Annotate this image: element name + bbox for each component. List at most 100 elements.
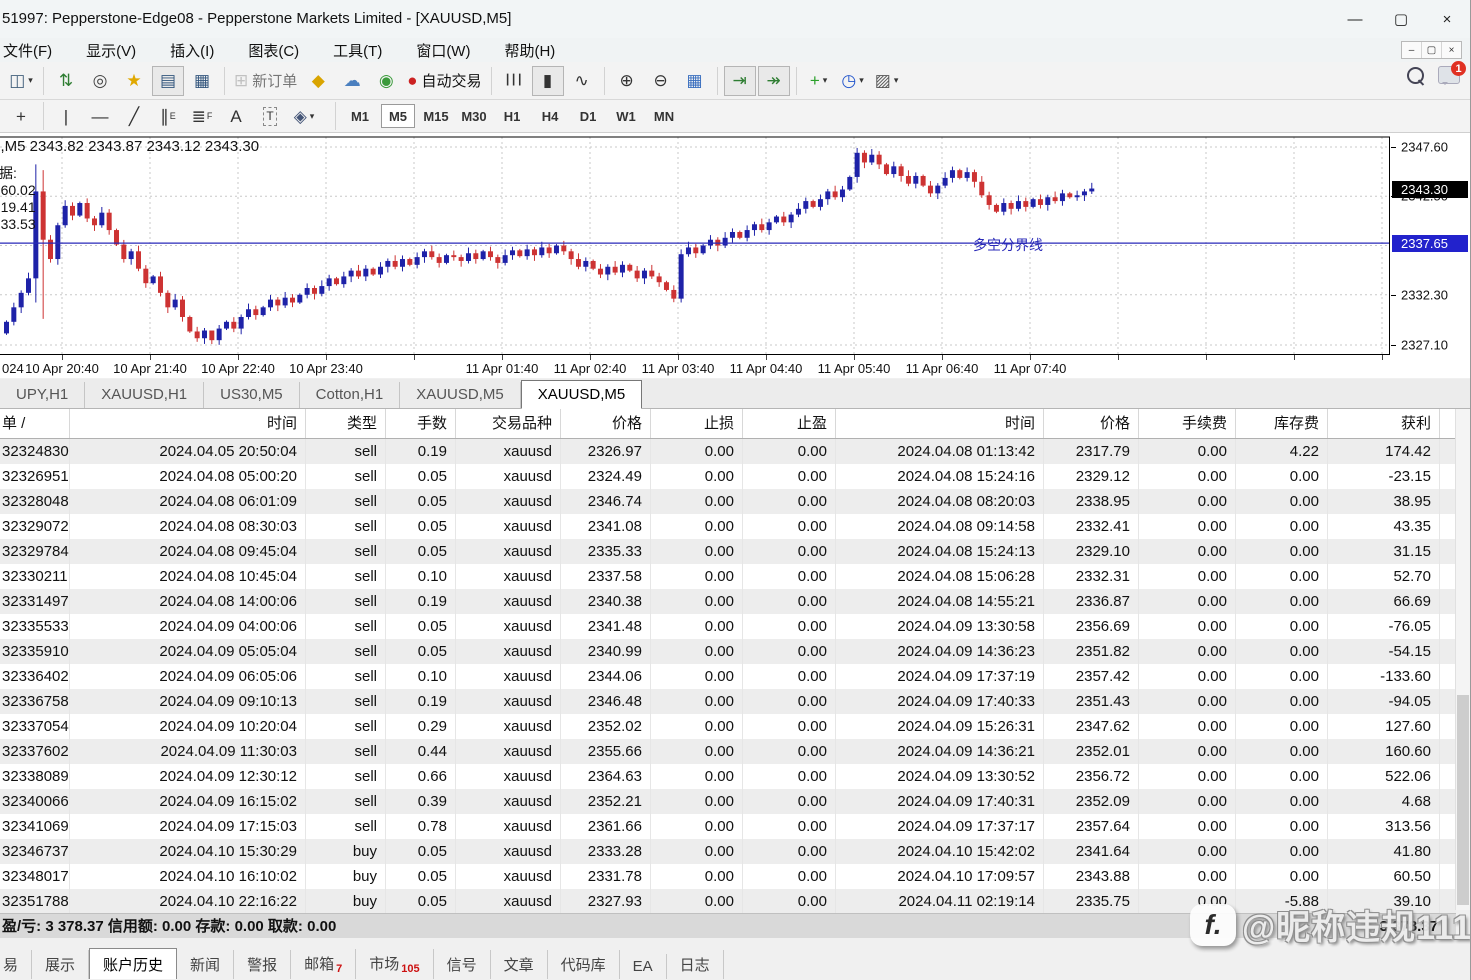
menu-item-3[interactable]: 图表(C) <box>231 40 316 61</box>
menu-item-4[interactable]: 工具(T) <box>316 40 399 61</box>
bottom-tab-易[interactable]: 易 <box>0 950 32 979</box>
zoom-in-button[interactable]: ⊕ <box>611 66 643 96</box>
timeframe-d1[interactable]: D1 <box>571 104 605 128</box>
signals-button[interactable]: ◉ <box>370 66 402 96</box>
menu-item-2[interactable]: 插入(I) <box>153 40 231 61</box>
timeframe-mn[interactable]: MN <box>647 104 681 128</box>
column-header-1[interactable]: 时间 <box>70 409 306 438</box>
horizontal-line-button[interactable]: — <box>84 101 116 131</box>
search-icon[interactable] <box>1407 67 1424 84</box>
periods-caret-icon[interactable]: ▾ <box>859 75 864 86</box>
chart-tab-2[interactable]: US30,M5 <box>204 382 300 408</box>
bottom-tab-新闻[interactable]: 新闻 <box>177 950 234 979</box>
table-row[interactable]: 323376022024.04.09 11:30:03sell0.44xauus… <box>0 739 1456 764</box>
periods-button[interactable]: ◷▾ <box>837 66 869 96</box>
close-icon[interactable]: × <box>1424 0 1470 38</box>
time-axis[interactable]: 02410 Apr 20:4010 Apr 21:4010 Apr 22:401… <box>0 355 1390 378</box>
column-header-10[interactable]: 手续费 <box>1139 409 1236 438</box>
chart-tab-1[interactable]: XAUUSD,H1 <box>85 382 204 408</box>
equidistant-channel-button[interactable]: ∥E <box>152 101 184 131</box>
cursor-crosshair-button[interactable]: + <box>5 101 37 131</box>
mdi-restore-icon[interactable]: ▢ <box>1422 42 1442 58</box>
tag-button[interactable]: ◆ <box>302 66 334 96</box>
chart-shift-button[interactable]: ⇥ <box>724 66 756 96</box>
arrow-objects-button[interactable]: ◈▾ <box>288 101 320 131</box>
new-order-button[interactable]: ⊞新订单 <box>231 66 300 96</box>
chart-tab-5[interactable]: XAUUSD,M5 <box>521 380 643 409</box>
timeframe-m5[interactable]: M5 <box>381 104 415 128</box>
table-row[interactable]: 323355332024.04.09 04:00:06sell0.05xauus… <box>0 614 1456 639</box>
menu-item-5[interactable]: 窗口(W) <box>399 40 487 61</box>
chart-annotation-text[interactable]: 多空分界线 <box>973 235 1043 255</box>
bottom-tab-邮箱[interactable]: 邮箱7 <box>291 949 356 979</box>
table-row[interactable]: 323269512024.04.08 05:00:20sell0.05xauus… <box>0 464 1456 489</box>
templates-button[interactable]: ▨▾ <box>871 66 903 96</box>
table-row[interactable]: 323290722024.04.08 08:30:03sell0.05xauus… <box>0 514 1456 539</box>
timeframe-m30[interactable]: M30 <box>457 104 491 128</box>
trend-line-button[interactable]: ╱ <box>118 101 150 131</box>
maximize-icon[interactable]: ▢ <box>1378 0 1424 38</box>
scrollbar-thumb[interactable] <box>1457 695 1469 905</box>
chart-area[interactable]: XAUUSD,M5 2343.82 2343.87 2343.12 2343.3… <box>0 133 1471 378</box>
table-scrollbar[interactable] <box>1455 409 1470 910</box>
navigator-button[interactable]: ◎ <box>84 66 116 96</box>
column-header-9[interactable]: 价格 <box>1044 409 1139 438</box>
autotrading-button[interactable]: ●自动交易 <box>404 66 484 96</box>
timeframe-h4[interactable]: H4 <box>533 104 567 128</box>
text-button[interactable]: A <box>220 101 252 131</box>
table-row[interactable]: 323248302024.04.05 20:50:04sell0.19xauus… <box>0 439 1456 464</box>
new-chart-button[interactable]: ◫▾ <box>5 66 37 96</box>
bottom-tab-信号[interactable]: 信号 <box>434 950 491 979</box>
table-row[interactable]: 323480172024.04.10 16:10:02buy0.05xauusd… <box>0 864 1456 889</box>
chart-line-button[interactable]: ∿ <box>566 66 598 96</box>
timeframe-h1[interactable]: H1 <box>495 104 529 128</box>
menu-item-0[interactable]: 文件(F) <box>0 40 69 61</box>
minimize-icon[interactable]: — <box>1332 0 1378 38</box>
menu-item-6[interactable]: 帮助(H) <box>487 40 572 61</box>
auto-scroll-button[interactable]: ↠ <box>758 66 790 96</box>
templates-caret-icon[interactable]: ▾ <box>894 75 899 86</box>
table-row[interactable]: 323297842024.04.08 09:45:04sell0.05xauus… <box>0 539 1456 564</box>
fibonacci-button[interactable]: ≣F <box>186 101 218 131</box>
market-watch-button[interactable]: ▤ <box>152 66 184 96</box>
indicators-caret-icon[interactable]: ▾ <box>823 75 828 86</box>
column-header-4[interactable]: 交易品种 <box>456 409 561 438</box>
timeframe-w1[interactable]: W1 <box>609 104 643 128</box>
bottom-tab-文章[interactable]: 文章 <box>491 950 548 979</box>
bottom-tab-EA[interactable]: EA <box>620 954 667 979</box>
column-header-12[interactable]: 获利 <box>1328 409 1440 438</box>
chart-tab-3[interactable]: Cotton,H1 <box>300 382 401 408</box>
chart-plot[interactable] <box>0 133 1390 355</box>
text-label-button[interactable]: T <box>254 101 286 131</box>
timeframe-m15[interactable]: M15 <box>419 104 453 128</box>
table-row[interactable]: 323370542024.04.09 10:20:04sell0.29xauus… <box>0 714 1456 739</box>
bottom-tab-日志[interactable]: 日志 <box>667 950 724 979</box>
tile-windows-button[interactable]: ▦ <box>679 66 711 96</box>
table-row[interactable]: 323380892024.04.09 12:30:12sell0.66xauus… <box>0 764 1456 789</box>
table-row[interactable]: 323314972024.04.08 14:00:06sell0.19xauus… <box>0 589 1456 614</box>
column-header-7[interactable]: 止盈 <box>743 409 836 438</box>
timeframe-m1[interactable]: M1 <box>343 104 377 128</box>
new-chart-caret-icon[interactable]: ▾ <box>28 75 33 86</box>
notifications-icon[interactable]: 1 <box>1438 66 1460 84</box>
price-scale[interactable]: 2347.602342.502332.302327.10 2343.30 233… <box>1391 133 1471 355</box>
indicators-button[interactable]: +▾ <box>803 66 835 96</box>
column-header-0[interactable]: 单 / <box>0 409 70 438</box>
column-header-8[interactable]: 时间 <box>836 409 1044 438</box>
column-header-5[interactable]: 价格 <box>561 409 651 438</box>
chart-candles-button[interactable]: ▮ <box>532 66 564 96</box>
menu-item-1[interactable]: 显示(V) <box>69 40 153 61</box>
chart-tab-0[interactable]: UPY,H1 <box>0 382 85 408</box>
mdi-close-icon[interactable]: × <box>1442 42 1461 58</box>
table-row[interactable]: 323467372024.04.10 15:30:29buy0.05xauusd… <box>0 839 1456 864</box>
bottom-tab-账户历史[interactable]: 账户历史 <box>89 948 177 979</box>
publish-chart-button[interactable]: ☁ <box>336 66 368 96</box>
table-row[interactable]: 323400662024.04.09 16:15:02sell0.39xauus… <box>0 789 1456 814</box>
column-header-2[interactable]: 类型 <box>306 409 386 438</box>
column-header-6[interactable]: 止损 <box>651 409 743 438</box>
title-bar[interactable]: 51997: Pepperstone-Edge08 - Pepperstone … <box>0 0 1470 39</box>
column-header-11[interactable]: 库存费 <box>1236 409 1328 438</box>
table-row[interactable]: 323364022024.04.09 06:05:06sell0.10xauus… <box>0 664 1456 689</box>
arrow-objects-caret-icon[interactable]: ▾ <box>310 111 315 122</box>
vertical-line-button[interactable]: | <box>50 101 82 131</box>
